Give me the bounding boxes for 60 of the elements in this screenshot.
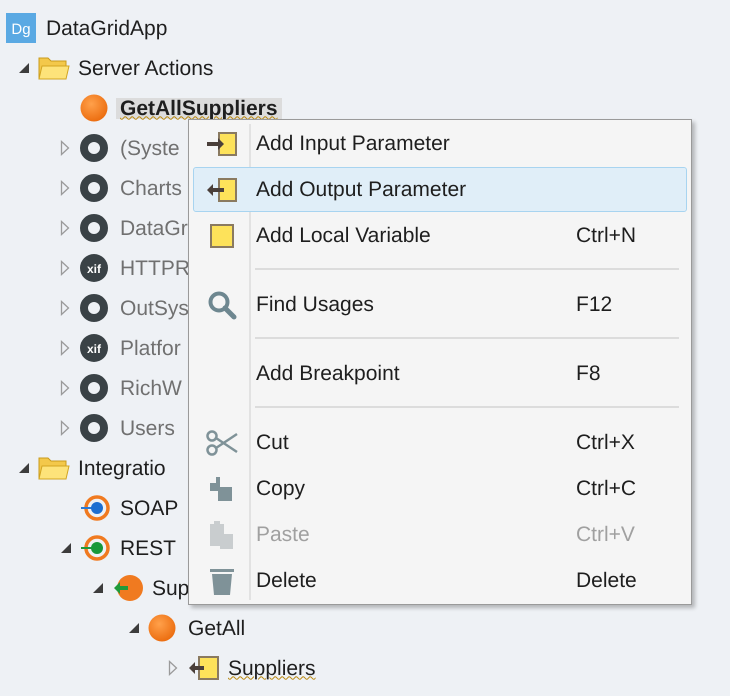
folder-icon: [38, 455, 70, 481]
expand-arrow-icon[interactable]: [60, 420, 70, 436]
menu-item[interactable]: Add Breakpoint F8: [193, 351, 687, 396]
tree-item[interactable]: REST: [116, 538, 180, 558]
ring-icon: [80, 374, 108, 402]
expand-arrow-icon[interactable]: [60, 220, 70, 236]
tree-item[interactable]: RichW: [116, 378, 186, 398]
tree-item[interactable]: Suppliers: [224, 658, 320, 678]
clipboard-icon: [209, 520, 235, 550]
action-icon: [148, 614, 176, 642]
tree-item[interactable]: Integratio: [74, 458, 170, 478]
extension-icon: xif: [80, 254, 108, 282]
extension-icon: xif: [80, 334, 108, 362]
scissors-icon: [206, 428, 238, 456]
collapse-arrow-icon[interactable]: [128, 622, 140, 634]
service-icon: [80, 494, 112, 522]
tree-item[interactable]: Users: [116, 418, 179, 438]
app-title: DataGridApp: [45, 18, 168, 38]
ring-icon: [80, 214, 108, 242]
menu-item[interactable]: Delete Delete: [193, 558, 687, 603]
menu-item[interactable]: Find Usages F12: [193, 282, 687, 327]
expand-arrow-icon[interactable]: [60, 340, 70, 356]
menu-item[interactable]: Add Output Parameter: [193, 167, 687, 212]
tree-item[interactable]: GetAll: [184, 618, 250, 638]
output-parameter-icon: [206, 176, 238, 202]
copy-icon: [209, 474, 235, 502]
expand-arrow-icon[interactable]: [60, 140, 70, 156]
menu-item[interactable]: Copy Ctrl+C: [193, 466, 687, 511]
ring-icon: [80, 414, 108, 442]
collapse-arrow-icon[interactable]: [60, 542, 72, 554]
menu-item[interactable]: Cut Ctrl+X: [193, 420, 687, 465]
tree-item[interactable]: (Syste: [116, 138, 184, 158]
ring-icon: [80, 294, 108, 322]
api-icon: [112, 574, 144, 602]
expand-arrow-icon[interactable]: [60, 300, 70, 316]
input-parameter-icon: [206, 130, 238, 156]
app-icon: Dg: [6, 13, 36, 43]
ring-icon: [80, 134, 108, 162]
service-icon: [80, 534, 112, 562]
action-icon: [80, 94, 108, 122]
folder-icon: [38, 55, 70, 81]
collapse-arrow-icon[interactable]: [18, 62, 30, 74]
ring-icon: [80, 174, 108, 202]
variable-icon: [210, 224, 234, 248]
tree-item[interactable]: Platfor: [116, 338, 185, 358]
expand-arrow-icon[interactable]: [60, 380, 70, 396]
search-icon: [207, 290, 237, 320]
menu-item[interactable]: Add Local Variable Ctrl+N: [193, 213, 687, 258]
expand-arrow-icon[interactable]: [60, 260, 70, 276]
collapse-arrow-icon[interactable]: [92, 582, 104, 594]
tree-item[interactable]: DataGr: [116, 218, 192, 238]
expand-arrow-icon[interactable]: [168, 660, 178, 676]
tree-item[interactable]: Charts: [116, 178, 186, 198]
tree-item[interactable]: GetAllSuppliers: [116, 98, 282, 118]
tree-item[interactable]: SOAP: [116, 498, 182, 518]
menu-item[interactable]: Add Input Parameter: [193, 121, 687, 166]
collapse-arrow-icon[interactable]: [18, 462, 30, 474]
expand-arrow-icon[interactable]: [60, 180, 70, 196]
tree-item[interactable]: Server Actions: [74, 58, 218, 78]
output-parameter-icon: [188, 655, 220, 681]
